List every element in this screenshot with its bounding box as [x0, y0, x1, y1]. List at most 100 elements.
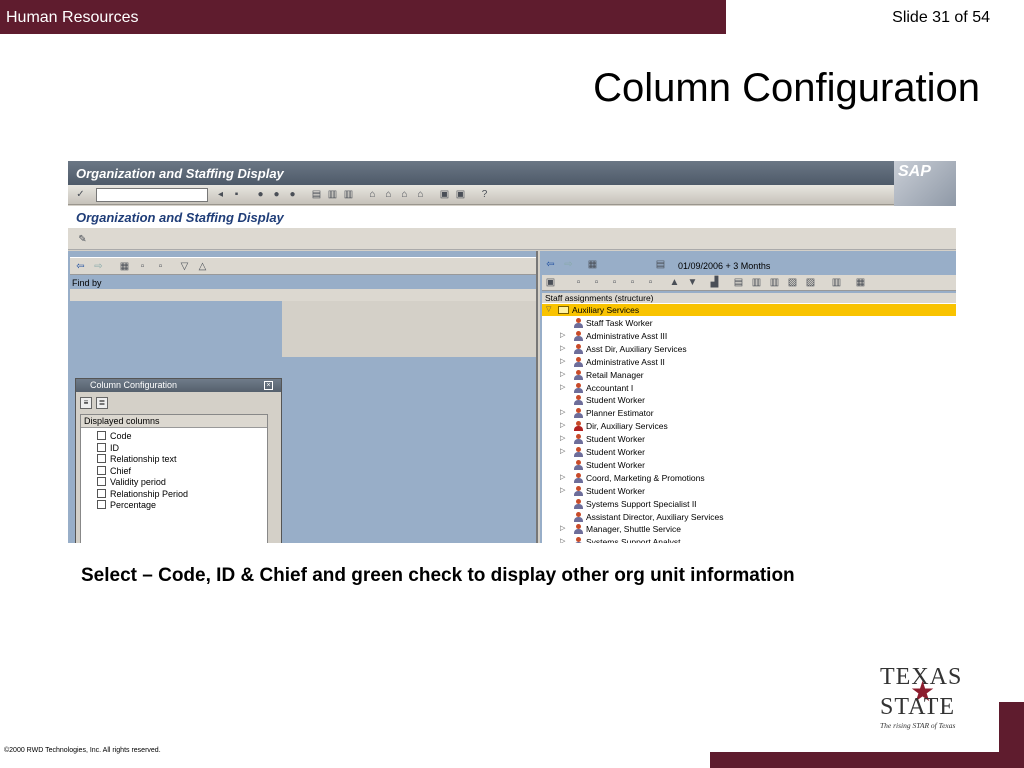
expand-triangle-icon[interactable]: ▷ [560, 356, 565, 368]
save-icon[interactable]: ▪ [230, 188, 243, 201]
tree-item[interactable]: ▷ Administrative Asst III [542, 330, 956, 342]
tree-item[interactable]: Student Worker [542, 394, 956, 406]
expand-triangle-icon[interactable]: ▷ [560, 330, 565, 342]
exit-icon[interactable]: ● [270, 188, 283, 201]
enter-icon[interactable]: ✓ [74, 188, 87, 201]
expand-triangle-icon[interactable]: ▷ [560, 343, 565, 355]
print-icon[interactable]: ▤ [732, 276, 745, 289]
tree-root[interactable]: ▽ Auxiliary Services [542, 304, 956, 316]
tree-item[interactable]: Assistant Director, Auxiliary Services [542, 511, 956, 523]
arrow-left-icon[interactable]: ⇦ [74, 260, 87, 273]
move-up-icon[interactable]: ▲ [668, 276, 681, 289]
person-icon [574, 524, 583, 535]
deselect-all-icon[interactable]: ≣ [96, 397, 108, 409]
tree-item[interactable]: ▷ Student Worker [542, 446, 956, 458]
tree-item[interactable]: ▷ Coord, Marketing & Promotions [542, 472, 956, 484]
displayed-columns-list: Displayed columns Code ID Relationship t… [80, 414, 268, 543]
select-all-icon[interactable]: ≡ [80, 397, 92, 409]
back-icon[interactable]: ◂ [214, 188, 227, 201]
collapse-triangle-icon[interactable]: ▽ [546, 304, 551, 316]
tree-icon[interactable]: ▦ [118, 260, 131, 273]
expand-triangle-icon[interactable]: ▷ [560, 420, 565, 432]
column-option-percentage[interactable]: Percentage [97, 500, 156, 511]
column-option-relationship-period[interactable]: Relationship Period [97, 488, 188, 500]
details-icon[interactable]: ▦ [854, 276, 867, 289]
column-option-relationship-text[interactable]: Relationship text [97, 454, 177, 465]
copy-icon[interactable]: ▫ [136, 260, 149, 273]
tree-item[interactable]: ▷ Planner Estimator [542, 407, 956, 419]
copy-icon[interactable]: ▫ [590, 276, 603, 289]
back-circle-icon[interactable]: ● [254, 188, 267, 201]
column-option-id[interactable]: ID [97, 442, 119, 454]
columns-icon[interactable]: ▥ [830, 276, 843, 289]
arrow-right-icon[interactable]: ⇨ [92, 260, 105, 273]
calendar-icon[interactable]: ▤ [654, 258, 667, 271]
layout-icon[interactable]: ▦ [586, 258, 599, 271]
expand-triangle-icon[interactable]: ▷ [560, 472, 565, 484]
left-pane: ⇦ ⇨ ▦ ▫ ▫ ▽ △ Find by Column Configurati… [68, 251, 538, 543]
move-down-icon[interactable]: ▼ [686, 276, 699, 289]
paste-icon[interactable]: ▫ [154, 260, 167, 273]
checkbox[interactable] [97, 454, 106, 463]
close-icon[interactable]: × [264, 381, 273, 390]
last-page-icon[interactable]: ⌂ [414, 188, 427, 201]
tree-item-label: Administrative Asst II [586, 356, 665, 367]
column-option-validity-period[interactable]: Validity period [97, 477, 166, 488]
checkbox[interactable] [97, 442, 106, 452]
arrow-right-icon[interactable]: ⇨ [562, 258, 575, 271]
delete-icon[interactable]: ▫ [644, 276, 657, 289]
collapse-icon[interactable]: △ [196, 260, 209, 273]
expand-triangle-icon[interactable]: ▷ [560, 382, 565, 394]
right-pane: ⇦ ⇨ ▦ ▤ 01/09/2006 + 3 Months ▣ ▫ ▫ ▫ ▫ … [540, 251, 956, 543]
tree-item[interactable]: ▷ Accountant I [542, 382, 956, 394]
tree-item[interactable]: Student Worker [542, 459, 956, 471]
expand-triangle-icon[interactable]: ▷ [560, 446, 565, 458]
checkbox[interactable] [97, 500, 106, 509]
tree-item[interactable]: ▷ Student Worker [542, 485, 956, 497]
edit-icon[interactable]: ✎ [76, 233, 89, 246]
hierarchy-icon[interactable]: ▟ [708, 276, 721, 289]
checkbox[interactable] [97, 465, 106, 475]
next-page-icon[interactable]: ⌂ [398, 188, 411, 201]
tree-item[interactable]: ▷ Retail Manager [542, 369, 956, 381]
column-option-code[interactable]: Code [97, 431, 132, 442]
arrow-left-icon[interactable]: ⇦ [544, 258, 557, 271]
find-icon[interactable]: ▥ [326, 188, 339, 201]
tree-item[interactable]: Systems Support Specialist II [542, 498, 956, 510]
expand-icon[interactable]: ▽ [178, 260, 191, 273]
expand-triangle-icon[interactable]: ▷ [560, 485, 565, 497]
new-icon[interactable]: ▫ [572, 276, 585, 289]
expand-triangle-icon[interactable]: ▷ [560, 536, 565, 543]
export-icon[interactable]: ▨ [804, 276, 817, 289]
filter-icon[interactable]: ▧ [786, 276, 799, 289]
checkbox[interactable] [97, 477, 106, 486]
new-session-icon[interactable]: ▣ [438, 188, 451, 201]
expand-triangle-icon[interactable]: ▷ [560, 369, 565, 381]
tree-item[interactable]: ▷ Student Worker [542, 433, 956, 445]
paste-icon[interactable]: ▫ [626, 276, 639, 289]
tree-item[interactable]: ▷ Administrative Asst II [542, 356, 956, 368]
tree-item[interactable]: ▷ Asst Dir, Auxiliary Services [542, 343, 956, 355]
prev-page-icon[interactable]: ⌂ [382, 188, 395, 201]
expand-triangle-icon[interactable]: ▷ [560, 433, 565, 445]
cut-icon[interactable]: ▫ [608, 276, 621, 289]
print-icon[interactable]: ▤ [310, 188, 323, 201]
command-field[interactable] [96, 188, 208, 202]
expand-triangle-icon[interactable]: ▷ [560, 523, 565, 535]
checkbox[interactable] [97, 431, 106, 440]
shortcut-icon[interactable]: ▣ [454, 188, 467, 201]
structure-icon[interactable]: ▣ [544, 276, 557, 289]
help-icon[interactable]: ? [478, 188, 491, 201]
tree-item[interactable]: ▷ Dir, Auxiliary Services [542, 420, 956, 432]
find-next-icon[interactable]: ▥ [768, 276, 781, 289]
tree-item[interactable]: ▷ Manager, Shuttle Service [542, 523, 956, 535]
expand-triangle-icon[interactable]: ▷ [560, 407, 565, 419]
column-option-chief[interactable]: Chief [97, 465, 131, 477]
checkbox[interactable] [97, 488, 106, 498]
find-icon[interactable]: ▥ [750, 276, 763, 289]
cancel-icon[interactable]: ● [286, 188, 299, 201]
tree-item[interactable]: Staff Task Worker [542, 317, 956, 329]
find-next-icon[interactable]: ▥ [342, 188, 355, 201]
tree-item[interactable]: ▷ Systems Support Analyst [542, 536, 956, 543]
first-page-icon[interactable]: ⌂ [366, 188, 379, 201]
